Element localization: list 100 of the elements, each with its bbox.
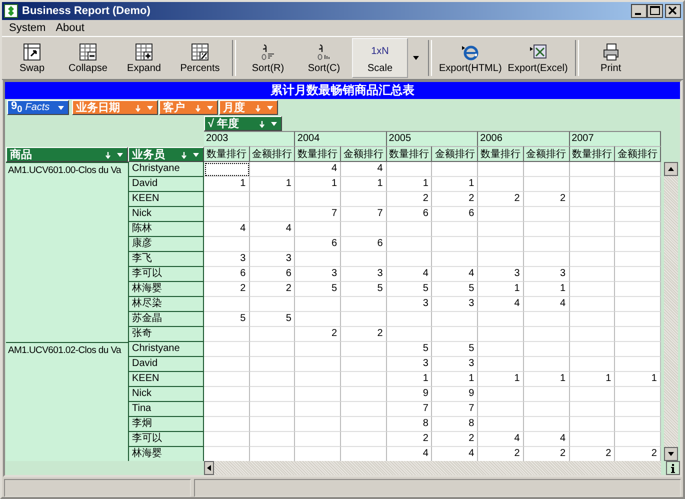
data-cell: 2 <box>341 327 387 342</box>
data-cell <box>295 447 342 461</box>
data-cell <box>295 372 342 387</box>
toolbar-button[interactable]: Collapse <box>60 38 116 78</box>
data-cell: 6 <box>295 237 342 252</box>
salesperson-cell: 林尽染 <box>128 297 204 312</box>
data-cell: 3 <box>204 252 250 267</box>
salesperson-cell: 陈林 <box>128 222 204 237</box>
data-cell <box>570 177 616 192</box>
toolbar-button[interactable]: Export(Excel) <box>504 38 571 78</box>
data-cell <box>524 387 570 402</box>
data-cell <box>204 357 250 372</box>
data-cell: 1 <box>432 372 478 387</box>
data-cell <box>295 312 342 327</box>
data-cell: 1 <box>478 282 524 297</box>
salesperson-cell: 李可以 <box>128 267 204 282</box>
sort-arrow-icon[interactable] <box>180 150 188 158</box>
data-cell: 1 <box>386 372 432 387</box>
data-cell <box>386 312 432 327</box>
toolbar-button[interactable]: Export(HTML) <box>436 38 505 78</box>
data-cell <box>524 402 570 417</box>
column-field[interactable]: √ 年度 <box>204 116 282 131</box>
toolbar-button[interactable]: Percents <box>172 38 228 78</box>
info-icon[interactable] <box>666 461 680 475</box>
measure-header: 数量排行 <box>570 146 616 162</box>
data-cell <box>432 252 478 267</box>
toolbar-button[interactable]: Expand <box>116 38 172 78</box>
data-cell <box>615 432 661 447</box>
data-cell <box>204 432 250 447</box>
data-cell <box>478 237 524 252</box>
sort-arrow-icon[interactable] <box>104 150 112 158</box>
data-cell <box>570 267 616 282</box>
close-icon[interactable] <box>665 4 681 18</box>
data-cell: 2 <box>524 192 570 207</box>
facts-dropdown[interactable]: 9$_{0}$ Facts <box>7 100 69 115</box>
data-cell <box>204 327 250 342</box>
data-cell <box>478 162 524 177</box>
toolbar-button[interactable]: Sort(R) <box>240 38 296 78</box>
data-cell <box>341 387 387 402</box>
toolbar-button[interactable]: Sort(C) <box>296 38 352 78</box>
scroll-down-button[interactable] <box>664 447 678 461</box>
menu-item[interactable]: System <box>6 22 49 34</box>
data-cell <box>341 252 387 267</box>
data-cell: 1 <box>524 372 570 387</box>
data-cell <box>478 357 524 372</box>
row-field[interactable]: 商品 <box>6 147 128 162</box>
data-cell: 2 <box>432 192 478 207</box>
data-cell <box>615 162 661 177</box>
salesperson-cell: Christyane <box>128 162 204 177</box>
data-cell: 4 <box>341 162 387 177</box>
toolbar-button[interactable]: Swap <box>4 38 60 78</box>
data-cell <box>615 177 661 192</box>
data-cell: 2 <box>386 192 432 207</box>
salesperson-cell: Christyane <box>128 342 204 357</box>
data-cell: 2 <box>204 282 250 297</box>
data-cell <box>386 327 432 342</box>
data-cell <box>250 372 296 387</box>
data-cell <box>570 297 616 312</box>
data-cell: 3 <box>386 297 432 312</box>
horizontal-scrollbar[interactable] <box>204 461 661 475</box>
salesperson-cell: Nick <box>128 207 204 222</box>
row-field[interactable]: 业务员 <box>128 147 204 162</box>
data-cell <box>615 222 661 237</box>
salesperson-cell: KEEN <box>128 372 204 387</box>
data-cell: 4 <box>524 297 570 312</box>
sort-arrow-icon[interactable] <box>258 120 266 128</box>
salesperson-cell: David <box>128 177 204 192</box>
menu-item[interactable]: About <box>52 22 88 34</box>
scroll-left-button[interactable] <box>204 461 214 475</box>
data-cell <box>478 312 524 327</box>
scroll-up-button[interactable] <box>664 162 678 176</box>
data-cell <box>570 282 616 297</box>
salesperson-cell: 林海婴 <box>128 282 204 297</box>
sort-arrow-icon[interactable] <box>254 104 262 112</box>
data-cell <box>204 447 250 461</box>
data-cell <box>570 207 616 222</box>
data-cell <box>524 312 570 327</box>
data-cell: 6 <box>204 267 250 282</box>
data-cell: 4 <box>432 267 478 282</box>
dropdown-arrow-icon[interactable] <box>412 55 420 61</box>
data-cell: 5 <box>204 312 250 327</box>
data-cell <box>250 447 296 461</box>
data-cell <box>295 192 342 207</box>
data-cell: 1 <box>524 282 570 297</box>
sort-arrow-icon[interactable] <box>134 104 142 112</box>
dropdown-arrow-icon[interactable] <box>57 104 65 110</box>
toolbar-button[interactable]: 1xN Scale <box>352 38 408 78</box>
data-cell <box>341 222 387 237</box>
sort-arrow-icon[interactable] <box>194 104 202 112</box>
data-cell <box>570 387 616 402</box>
data-cell <box>478 177 524 192</box>
data-cell <box>570 327 616 342</box>
data-cell <box>250 432 296 447</box>
data-cell <box>250 417 296 432</box>
minimize-icon[interactable] <box>631 4 647 18</box>
data-cell <box>524 327 570 342</box>
data-cell <box>341 402 387 417</box>
maximize-icon[interactable] <box>647 4 663 18</box>
toolbar-button[interactable]: Print <box>582 38 639 78</box>
data-cell <box>204 162 250 177</box>
